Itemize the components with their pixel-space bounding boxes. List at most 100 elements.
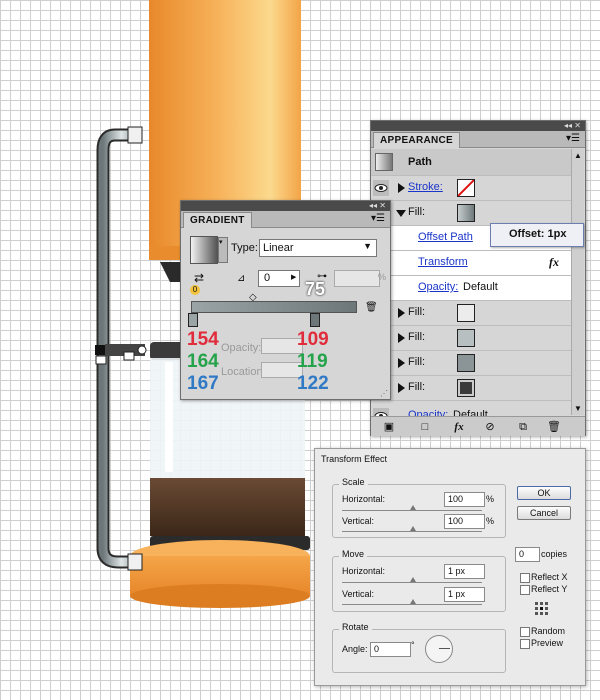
duplicate-item-icon[interactable]: ⧉ — [517, 421, 529, 433]
copies-input[interactable]: 0 — [515, 547, 540, 562]
add-fill-icon[interactable]: □ — [419, 421, 431, 433]
handle-knob — [137, 345, 147, 355]
appearance-list: Path Stroke: Fill: Offset Path Transform… — [371, 149, 571, 405]
move-group: Move Horizontal: 1 px Vertical: 1 px — [332, 549, 506, 612]
reverse-gradient-icon[interactable]: ⇄ — [194, 271, 204, 285]
expand-triangle-icon[interactable] — [398, 308, 405, 318]
move-horizontal-knob[interactable] — [410, 577, 416, 582]
random-checkbox[interactable] — [520, 627, 530, 637]
stroke-none-swatch[interactable] — [457, 179, 475, 197]
rotate-angle-input[interactable]: 0 — [370, 642, 411, 657]
fill-swatch-2[interactable] — [457, 329, 475, 347]
fill-label: Fill: — [408, 306, 426, 318]
tab-appearance[interactable]: APPEARANCE — [373, 132, 461, 148]
angle-dial-indicator — [439, 648, 450, 649]
gradient-thumbnail[interactable] — [190, 236, 218, 264]
offset-path-link[interactable]: Offset Path — [418, 231, 473, 243]
scale-group-title: Scale — [339, 477, 368, 487]
gradient-slider-bar[interactable] — [191, 301, 357, 313]
panel-menu-icon[interactable]: ▾☰ — [566, 133, 580, 144]
right-stop-b: 122 — [297, 373, 329, 394]
fill-row-2[interactable]: Fill: — [371, 326, 571, 351]
clear-appearance-icon[interactable]: ⊘ — [484, 421, 496, 433]
preview-label: Preview — [531, 638, 564, 648]
add-effect-icon[interactable]: fx — [453, 421, 465, 433]
gradient-panel-tabbar: GRADIENT ▾☰ — [181, 211, 390, 228]
aspect-input[interactable] — [334, 270, 380, 287]
scroll-down-icon[interactable]: ▼ — [574, 404, 582, 413]
scale-vertical-slider[interactable] — [342, 531, 482, 532]
expand-triangle-icon[interactable] — [398, 358, 405, 368]
trash-icon[interactable]: 🗑 — [547, 421, 561, 433]
expand-triangle-icon[interactable] — [398, 383, 405, 393]
preview-checkbox[interactable] — [520, 639, 530, 649]
reflect-y-checkbox[interactable] — [520, 585, 530, 595]
ok-button[interactable]: OK — [517, 486, 571, 500]
scale-horizontal-knob[interactable] — [410, 505, 416, 510]
eye-icon[interactable] — [373, 180, 389, 196]
scale-horizontal-slider[interactable] — [342, 510, 482, 511]
angle-dropdown-icon[interactable]: ▶ — [291, 273, 296, 281]
resize-grip-icon[interactable]: ⋰ — [380, 389, 388, 398]
move-group-title: Move — [339, 549, 368, 559]
move-vertical-input[interactable]: 1 px — [444, 587, 485, 602]
collapse-triangle-icon[interactable] — [396, 210, 406, 217]
scale-vertical-input[interactable]: 100 — [444, 514, 485, 529]
move-horizontal-slider[interactable] — [342, 582, 482, 583]
fill-swatch-3[interactable] — [457, 354, 475, 372]
add-stroke-icon[interactable]: ▣ — [383, 421, 395, 433]
panel-menu-icon[interactable]: ▾☰ — [371, 213, 385, 224]
stroke-row[interactable]: Stroke: — [371, 176, 571, 201]
transform-link[interactable]: Transform — [418, 256, 468, 268]
move-vertical-slider[interactable] — [342, 604, 482, 605]
expand-triangle-icon[interactable] — [398, 333, 405, 343]
pipe-bottom-joint — [127, 553, 143, 571]
expand-triangle-icon[interactable] — [398, 183, 405, 193]
gradient-stop-right[interactable] — [310, 313, 320, 327]
fill-row-1[interactable]: Fill: — [371, 301, 571, 326]
stroke-label[interactable]: Stroke: — [408, 181, 443, 193]
angle-icon: ⊿ — [237, 273, 246, 284]
fill-label: Fill: — [408, 356, 426, 368]
gradient-stop-left[interactable] — [188, 313, 198, 327]
angle-dial[interactable] — [425, 635, 453, 663]
pipe-top-joint — [127, 126, 143, 144]
scale-vertical-percent: % — [486, 516, 495, 526]
fill-row-3[interactable]: Fill: — [371, 351, 571, 376]
jug-coffee — [150, 478, 305, 536]
delete-stop-icon[interactable]: 🗑 — [365, 302, 378, 313]
handle-tab-2 — [95, 355, 107, 365]
rotate-group-title: Rotate — [339, 622, 372, 632]
opacity-link-inner[interactable]: Opacity: — [418, 281, 458, 293]
appearance-panel-titlebar[interactable]: ◂◂ ✕ — [371, 121, 585, 131]
appearance-header-row: Path — [371, 149, 571, 176]
transform-row[interactable]: Transform fx — [371, 251, 571, 276]
fill-swatch-1[interactable] — [457, 304, 475, 322]
dialog-title: Transform Effect — [321, 454, 388, 464]
fill-gradient-swatch[interactable] — [457, 204, 475, 222]
appearance-panel-tabbar: APPEARANCE ▾☰ — [371, 131, 585, 148]
cancel-button[interactable]: Cancel — [517, 506, 571, 520]
thumbnail-dropdown-icon[interactable]: ▾ — [218, 237, 228, 263]
gradient-panel: ◂◂ ✕ GRADIENT ▾☰ ▾ Type: Linear ▼ ⇄ 0 ⊿ … — [180, 200, 391, 400]
chevron-down-icon[interactable]: ▼ — [363, 241, 372, 251]
copies-label: copies — [541, 549, 568, 559]
opacity-row-inner[interactable]: Opacity: Default — [371, 276, 571, 301]
move-horizontal-input[interactable]: 1 px — [444, 564, 485, 579]
reflect-x-checkbox[interactable] — [520, 573, 530, 583]
scale-horizontal-input[interactable]: 100 — [444, 492, 485, 507]
tab-gradient[interactable]: GRADIENT — [183, 212, 252, 228]
fx-icon[interactable]: fx — [549, 255, 559, 270]
scroll-up-icon[interactable]: ▲ — [574, 151, 582, 160]
fill-row-4[interactable]: Fill: — [371, 376, 571, 401]
right-stop-g: 119 — [297, 351, 328, 372]
appearance-scrollbar[interactable]: ▲ ▼ — [571, 149, 584, 415]
gradient-type-select[interactable]: Linear ▼ — [259, 239, 377, 257]
scale-vertical-knob[interactable] — [410, 526, 416, 531]
reference-point-icon[interactable] — [535, 602, 548, 615]
scale-horizontal-label: Horizontal: — [342, 494, 386, 504]
reflect-y-label: Reflect Y — [531, 584, 568, 594]
move-vertical-knob[interactable] — [410, 599, 416, 604]
gradient-panel-titlebar[interactable]: ◂◂ ✕ — [181, 201, 390, 211]
fill-swatch-4[interactable] — [457, 379, 475, 397]
